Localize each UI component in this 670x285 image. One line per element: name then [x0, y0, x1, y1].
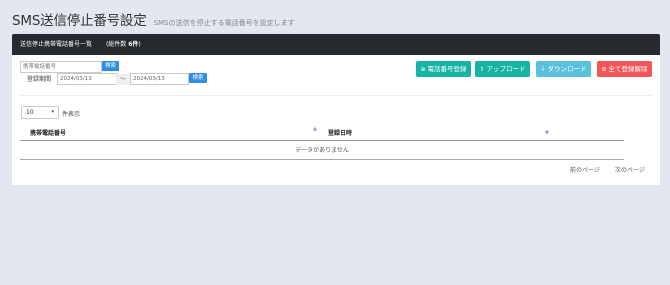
page-length-label: 件表示	[62, 111, 81, 118]
phone-number-input[interactable]	[20, 61, 102, 73]
panel-title: 送信停止携帯電話番号一覧	[20, 41, 93, 48]
register-phone-button[interactable]: ⊕ 電話番号登録	[416, 61, 471, 77]
register-phone-label: 電話番号登録	[427, 65, 467, 73]
prev-page-link[interactable]: 前のページ	[570, 165, 600, 174]
page-header: SMS送信停止番号設定 SMSの送信を停止する電話番号を設定します	[12, 9, 295, 29]
phone-search-button[interactable]: 検索	[102, 61, 119, 71]
panel-header: 送信停止携帯電話番号一覧 (総件数 6件)	[12, 34, 660, 55]
delete-all-button[interactable]: ⊘ 全て登録解除	[597, 61, 652, 77]
page-title: SMS送信停止番号設定	[12, 13, 147, 29]
total-count: (総件数 6件)	[106, 41, 141, 48]
delete-all-label: 全て登録解除	[608, 65, 648, 73]
count-close: )	[138, 41, 141, 48]
upload-icon: ⇧	[479, 66, 485, 73]
next-page-link[interactable]: 次のページ	[615, 165, 645, 174]
period-search-button[interactable]: 検索	[189, 73, 207, 83]
page-length-select[interactable]: 10 ▾	[21, 106, 59, 119]
plus-circle-icon: ⊕	[420, 66, 426, 73]
page-length-value: 10	[26, 109, 34, 116]
date-from-input[interactable]	[57, 73, 118, 85]
page-subtitle: SMSの送信を停止する電話番号を設定します	[153, 19, 295, 27]
list-panel: 送信停止携帯電話番号一覧 (総件数 6件) 検索 登録期間 ～ 検索 ⊕電話番号…	[12, 34, 660, 185]
ban-icon: ⊘	[601, 66, 607, 73]
range-separator: ～	[116, 74, 130, 85]
download-icon: ⇩	[540, 66, 546, 73]
empty-table-row: データがありません	[20, 142, 624, 160]
table-header: 携帯電話番号 ▲ 登録日時 ▼	[20, 123, 624, 141]
download-button[interactable]: ⇩ ダウンロード	[536, 61, 591, 77]
upload-label: アップロード	[486, 65, 526, 73]
count-label: (総件数	[105, 41, 127, 48]
column-phone[interactable]: 携帯電話番号	[30, 128, 66, 137]
download-label: ダウンロード	[547, 65, 587, 73]
chevron-down-icon: ▾	[51, 109, 54, 115]
count-value: 6件	[128, 41, 139, 48]
sort-asc-icon[interactable]: ▲	[313, 126, 317, 132]
period-label: 登録期間	[27, 76, 52, 83]
date-to-input[interactable]	[130, 73, 189, 85]
sort-desc-icon[interactable]: ▼	[545, 130, 549, 136]
column-registered-at[interactable]: 登録日時	[328, 128, 352, 137]
upload-button[interactable]: ⇧ アップロード	[475, 61, 530, 77]
